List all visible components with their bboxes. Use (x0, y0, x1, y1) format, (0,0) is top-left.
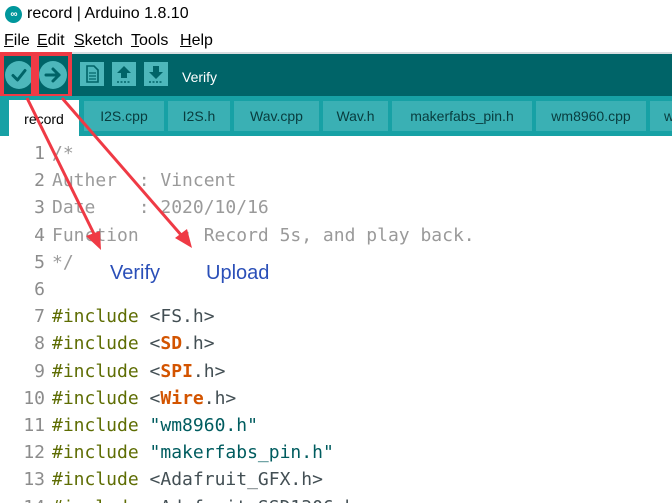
save-button[interactable] (144, 62, 168, 86)
code-token: .h> (182, 333, 215, 355)
window-title: record | Arduino 1.8.10 (27, 5, 189, 22)
code-line: 4 Function : Record 5s, and play back. (0, 222, 672, 249)
code-token: <FS.h> (149, 306, 215, 328)
code-token: < (149, 360, 161, 382)
line-code: /* (52, 140, 74, 167)
upload-highlight-box (35, 52, 72, 98)
verify-highlight-box (0, 52, 35, 98)
tab-wm8960-cpp[interactable]: wm8960.cpp (536, 101, 646, 131)
code-token: Function : Record 5s, and play back. (52, 224, 475, 246)
menu-bar: File Edit Sketch Tools Help (0, 30, 672, 52)
code-token: #include (52, 497, 150, 503)
line-number: 8 (34, 333, 45, 355)
tab-record[interactable]: record (9, 100, 79, 136)
code-token: <Adafruit_GFX.h> (149, 469, 323, 491)
tab-i2s-h[interactable]: I2S.h (168, 101, 230, 131)
code-line: 12 #include "makerfabs_pin.h" (0, 439, 672, 466)
line-code: Function : Record 5s, and play back. (52, 222, 475, 249)
code-token: "wm8960.h" (149, 415, 258, 436)
line-number: 7 (34, 306, 45, 328)
line-number: 10 (23, 387, 45, 409)
code-line: 11 #include "wm8960.h" (0, 412, 672, 439)
open-button[interactable] (112, 62, 136, 86)
menu-tools[interactable]: Tools (131, 32, 168, 50)
menu-help[interactable]: Help (180, 32, 213, 50)
code-token: Date : 2020/10/16 (52, 197, 269, 219)
code-token: #include (52, 306, 150, 328)
code-line: 8 #include <SD.h> (0, 330, 672, 357)
line-code: #include <Adafruit_GFX.h> (52, 466, 323, 493)
code-token: <Adafruit_SSD1306.h> (150, 497, 367, 503)
tab-overflow[interactable]: w (650, 101, 672, 131)
arrow-up-icon (117, 66, 131, 83)
toolbar: Verify (0, 54, 672, 96)
line-number: 6 (34, 279, 45, 300)
code-line: 14 #include <Adafruit_SSD1306.h> (0, 494, 672, 503)
line-code: #include "makerfabs_pin.h" (52, 439, 334, 466)
code-token: Wire (160, 387, 204, 409)
line-number: 3 (34, 197, 45, 219)
code-token: #include (52, 469, 150, 491)
code-token: .h> (203, 387, 237, 409)
line-code: #include <SD.h> (52, 330, 215, 357)
upload-annotation: Upload (206, 262, 270, 284)
code-token: < (149, 387, 161, 409)
line-number: 2 (34, 170, 45, 192)
line-number: 4 (34, 224, 45, 246)
line-number: 9 (34, 360, 45, 382)
code-line: 9 #include <SPI.h> (0, 358, 672, 385)
code-editor[interactable]: 1 /* 2 Auther : Vincent 3 Date : 2020/10/16 4 F… (0, 136, 672, 503)
line-code: #include <SPI.h> (52, 358, 225, 385)
menu-file[interactable]: File (4, 32, 30, 50)
code-token: Auther : Vincent (52, 170, 237, 192)
line-number: 11 (23, 415, 45, 436)
code-line: 7 #include <FS.h> (0, 303, 672, 330)
line-code: */ (52, 249, 74, 276)
verify-annotation: Verify (110, 262, 161, 284)
line-number: 12 (23, 442, 45, 464)
tab-wav-h[interactable]: Wav.h (323, 101, 388, 131)
arrow-down-icon (149, 66, 163, 83)
code-token: */ (52, 251, 74, 273)
code-line: 13 #include <Adafruit_GFX.h> (0, 466, 672, 493)
code-line: 2 Auther : Vincent (0, 167, 672, 194)
menu-edit[interactable]: Edit (37, 32, 65, 50)
line-code: #include <FS.h> (52, 303, 215, 330)
code-token: SD (160, 333, 183, 355)
tab-i2s-cpp[interactable]: I2S.cpp (84, 101, 164, 131)
tab-bar: record I2S.cpp I2S.h Wav.cpp Wav.h maker… (0, 96, 672, 136)
code-token: SPI (160, 360, 193, 382)
code-token: #include (52, 442, 150, 464)
code-line: 10 #include <Wire.h> (0, 385, 672, 412)
new-button[interactable] (80, 62, 104, 86)
code-token: #include (52, 333, 150, 355)
line-code: #include "wm8960.h" (52, 412, 258, 439)
line-number: 14 (23, 494, 45, 503)
code-token: < (149, 333, 161, 355)
line-number: 1 (34, 143, 45, 164)
code-token: .h> (192, 360, 226, 382)
code-line: 5 */ (0, 249, 672, 276)
line-code: #include <Wire.h> (52, 385, 236, 412)
tab-wav-cpp[interactable]: Wav.cpp (234, 101, 319, 131)
line-code: #include <Adafruit_SSD1306.h> (52, 494, 366, 503)
line-code: Date : 2020/10/16 (52, 194, 269, 221)
line-code: Auther : Vincent (52, 167, 236, 194)
code-token: "makerfabs_pin.h" (149, 442, 334, 464)
arduino-logo-icon: ∞ (5, 6, 22, 23)
tab-makerfabs-pin-h[interactable]: makerfabs_pin.h (392, 101, 532, 131)
code-line: 6 (0, 276, 672, 303)
code-token: #include (52, 360, 150, 382)
menu-sketch[interactable]: Sketch (74, 32, 123, 50)
code-token: #include (52, 415, 150, 436)
title-bar: ∞ record | Arduino 1.8.10 (0, 0, 672, 30)
line-number: 13 (23, 469, 45, 491)
new-file-icon (86, 65, 99, 83)
line-number: 5 (34, 251, 45, 273)
code-line: 3 Date : 2020/10/16 (0, 194, 672, 221)
code-line: 1 /* (0, 140, 672, 167)
toolbar-hover-label: Verify (182, 69, 218, 85)
code-token: #include (52, 387, 150, 409)
code-token: /* (52, 143, 74, 164)
